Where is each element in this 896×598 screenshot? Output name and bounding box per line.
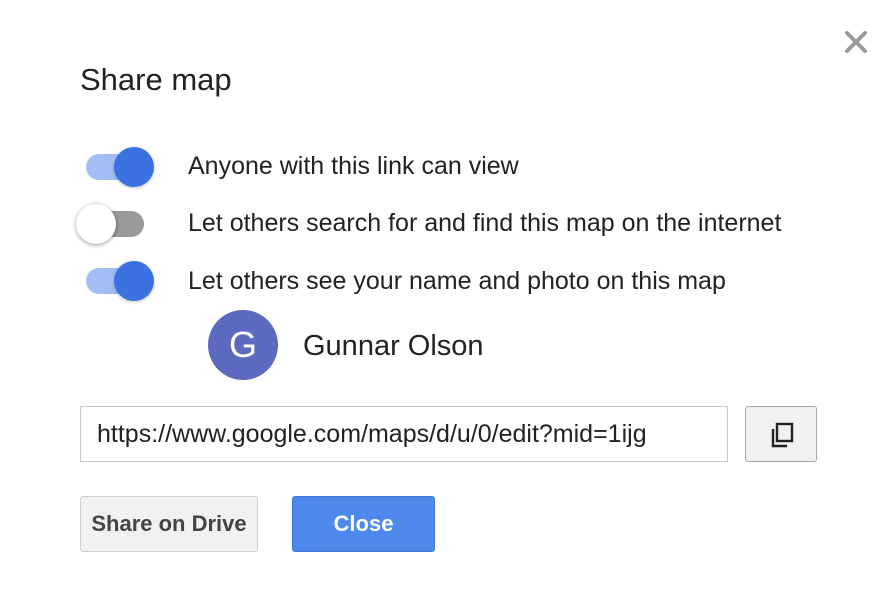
toggle-link-view[interactable] <box>80 144 154 188</box>
option-label-link-view: Anyone with this link can view <box>188 152 519 180</box>
share-map-dialog: Share map Anyone with this link can view… <box>0 0 896 598</box>
toggle-knob <box>76 204 116 244</box>
dialog-title: Share map <box>80 62 232 97</box>
toggle-knob <box>114 261 154 301</box>
share-link-field[interactable] <box>80 406 728 462</box>
user-name: Gunnar Olson <box>303 330 484 362</box>
avatar: G <box>208 310 278 380</box>
toggle-show-name-photo[interactable] <box>80 258 154 302</box>
copy-link-button[interactable] <box>745 406 817 462</box>
toggle-search-internet[interactable] <box>76 201 150 245</box>
toggle-knob <box>114 147 154 187</box>
close-icon[interactable] <box>843 29 869 55</box>
option-label-show-name-photo: Let others see your name and photo on th… <box>188 267 726 295</box>
share-on-drive-button[interactable]: Share on Drive <box>80 496 258 552</box>
close-button[interactable]: Close <box>292 496 435 552</box>
option-label-search-internet: Let others search for and find this map … <box>188 209 782 237</box>
copy-icon <box>771 422 794 448</box>
